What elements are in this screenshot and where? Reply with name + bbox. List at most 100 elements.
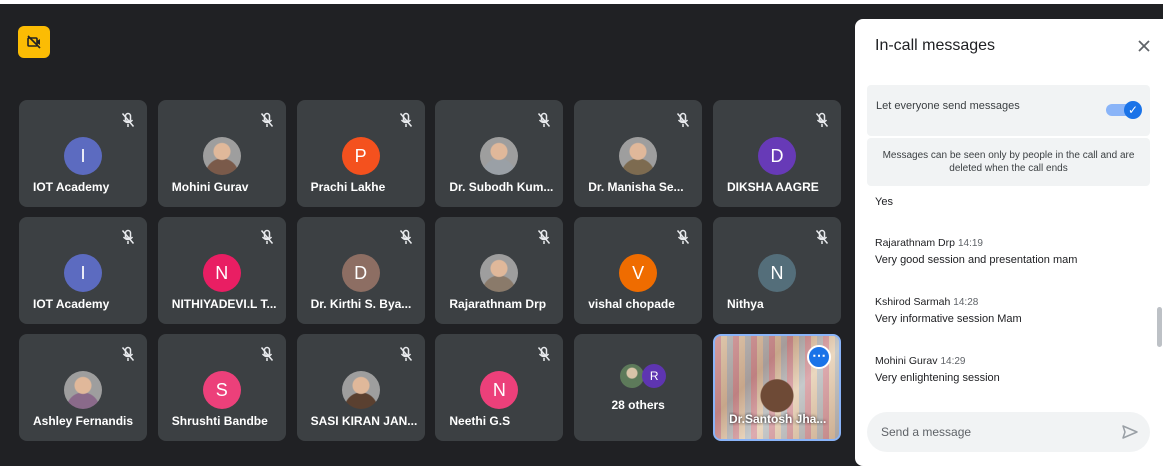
participant-tile[interactable]: SASI KIRAN JAN... bbox=[296, 334, 425, 441]
participant-name: IOT Academy bbox=[33, 180, 110, 194]
message-time: 14:28 bbox=[953, 297, 979, 308]
participant-tile[interactable]: I IOT Academy bbox=[19, 217, 147, 324]
mic-off-icon bbox=[399, 346, 413, 362]
participant-photo bbox=[341, 371, 380, 409]
mic-off-icon bbox=[121, 229, 135, 245]
participant-tile[interactable]: I IOT Academy bbox=[19, 100, 147, 207]
participant-name: Dr. Subodh Kum... bbox=[449, 180, 554, 194]
chat-message: Kshirod Sarmah 14:28 Very informative sess… bbox=[875, 296, 1022, 325]
mic-off-icon bbox=[537, 229, 551, 245]
mic-off-icon bbox=[260, 346, 274, 362]
participant-avatar: I bbox=[64, 137, 102, 175]
in-call-messages-panel: In-call messages Let everyone send messa… bbox=[855, 19, 1163, 466]
participant-avatar: N bbox=[480, 371, 519, 409]
participant-name: Neethi G.S bbox=[449, 414, 511, 428]
participant-photo bbox=[619, 137, 658, 175]
participant-grid: I IOT Academy Mohini Gurav P Prachi Lakhe Dr.… bbox=[19, 100, 841, 441]
participant-avatar: R bbox=[642, 364, 667, 388]
chat-message: Rajarathnam Drp 14:19 Very good session an… bbox=[875, 237, 1077, 266]
mic-off-icon bbox=[815, 112, 829, 128]
participant-name: NITHIYADEVI.L T... bbox=[171, 297, 277, 311]
mic-off-icon bbox=[676, 112, 690, 128]
message-time: 14:29 bbox=[940, 356, 966, 367]
participant-avatar: P bbox=[341, 137, 380, 175]
message-composer bbox=[867, 412, 1150, 452]
message-sender: Kshirod Sarmah bbox=[875, 296, 951, 308]
send-messages-setting: Let everyone send messages ✓ bbox=[867, 85, 1150, 136]
chat-message: Yes bbox=[875, 196, 893, 208]
participant-avatar: N bbox=[202, 254, 241, 292]
mic-off-icon bbox=[537, 112, 551, 128]
participant-avatar: I bbox=[64, 254, 102, 292]
participant-tile[interactable]: N Neethi G.S bbox=[435, 334, 564, 441]
participant-tile[interactable]: N NITHIYADEVI.L T... bbox=[157, 217, 286, 324]
participant-photo bbox=[202, 137, 241, 175]
camera-off-icon bbox=[27, 35, 41, 49]
mic-off-icon bbox=[121, 346, 135, 362]
message-text: Yes bbox=[875, 196, 893, 208]
participant-name: Nithya bbox=[726, 297, 764, 311]
participant-name: Rajarathnam Drp bbox=[449, 297, 547, 311]
mic-off-icon bbox=[399, 112, 413, 128]
participant-tile[interactable]: P Prachi Lakhe bbox=[296, 100, 425, 207]
scrollbar[interactable] bbox=[1157, 307, 1162, 347]
close-icon[interactable] bbox=[1133, 35, 1155, 57]
message-text: Very enlightening session bbox=[875, 372, 1000, 384]
mic-off-icon bbox=[121, 112, 135, 128]
message-sender: Rajarathnam Drp bbox=[875, 237, 955, 249]
participant-photo bbox=[64, 371, 102, 409]
checkmark-icon: ✓ bbox=[1124, 101, 1142, 119]
participant-tile[interactable]: N Nithya bbox=[712, 217, 841, 324]
setting-label: Let everyone send messages bbox=[876, 100, 1020, 112]
more-options-icon[interactable]: ⋯ bbox=[806, 345, 831, 369]
participant-tile[interactable]: Dr. Subodh Kum... bbox=[435, 100, 564, 207]
participant-name: SASI KIRAN JAN... bbox=[310, 414, 417, 428]
others-count: 28 others bbox=[611, 398, 665, 412]
participant-name: vishal chopade bbox=[588, 297, 675, 311]
participant-avatar: S bbox=[202, 371, 241, 409]
participant-name: Dr. Manisha Se... bbox=[588, 180, 684, 194]
others-tile[interactable]: R 28 others bbox=[574, 334, 703, 441]
message-text: Very informative session Mam bbox=[875, 313, 1022, 325]
mic-off-icon bbox=[537, 346, 551, 362]
participant-tile[interactable]: Rajarathnam Drp bbox=[435, 217, 564, 324]
participant-avatar: N bbox=[757, 254, 796, 292]
participant-tile[interactable]: Vvishal chopade bbox=[574, 217, 703, 324]
participant-photo bbox=[480, 137, 519, 175]
participant-avatar: V bbox=[619, 254, 658, 292]
participant-tile[interactable]: D Dr. Kirthi S. Bya... bbox=[296, 217, 425, 324]
message-header: Kshirod Sarmah 14:28 bbox=[875, 296, 1022, 308]
self-video-tile[interactable]: ⋯ Dr.Santosh Jha... bbox=[712, 334, 841, 441]
participant-name: Shrushti Bandbe bbox=[171, 414, 268, 428]
participant-name: Dr. Kirthi S. Bya... bbox=[310, 297, 412, 311]
participant-name: Ashley Fernandis bbox=[33, 414, 134, 428]
participant-tile[interactable]: S Shrushti Bandbe bbox=[157, 334, 286, 441]
mic-off-icon bbox=[676, 229, 690, 245]
message-sender: Mohini Gurav bbox=[875, 355, 938, 367]
camera-off-badge[interactable] bbox=[18, 26, 50, 58]
participant-tile[interactable]: Dr. Manisha Se... bbox=[574, 100, 703, 207]
participant-photo bbox=[480, 254, 519, 292]
chat-message: Mohini Gurav 14:29 Very enlightening sessi… bbox=[875, 355, 1000, 384]
participant-name: Mohini Gurav bbox=[171, 180, 249, 194]
participant-name: IOT Academy bbox=[33, 297, 110, 311]
participant-name: Dr.Santosh Jha... bbox=[728, 412, 827, 426]
mic-off-icon bbox=[260, 112, 274, 128]
participant-avatar: D bbox=[341, 254, 380, 292]
send-messages-toggle[interactable]: ✓ bbox=[1106, 101, 1142, 119]
message-input[interactable] bbox=[881, 423, 1101, 441]
participant-name: DIKSHA AAGRE bbox=[726, 180, 819, 194]
participant-tile[interactable]: Ashley Fernandis bbox=[19, 334, 147, 441]
participant-photo bbox=[620, 364, 645, 388]
message-text: Very good session and presentation mam bbox=[875, 254, 1078, 266]
participant-tile[interactable]: Mohini Gurav bbox=[157, 100, 286, 207]
mic-off-icon bbox=[815, 229, 829, 245]
others-avatars: R bbox=[620, 362, 670, 390]
participant-avatar: D bbox=[757, 137, 796, 175]
participant-name: Prachi Lakhe bbox=[310, 180, 386, 194]
participant-tile[interactable]: D DIKSHA AAGRE bbox=[712, 100, 841, 207]
message-time: 14:19 bbox=[957, 238, 983, 249]
send-icon[interactable] bbox=[1120, 422, 1140, 442]
message-header: Rajarathnam Drp 14:19 bbox=[875, 237, 1077, 249]
message-header: Mohini Gurav 14:29 bbox=[875, 355, 1000, 367]
